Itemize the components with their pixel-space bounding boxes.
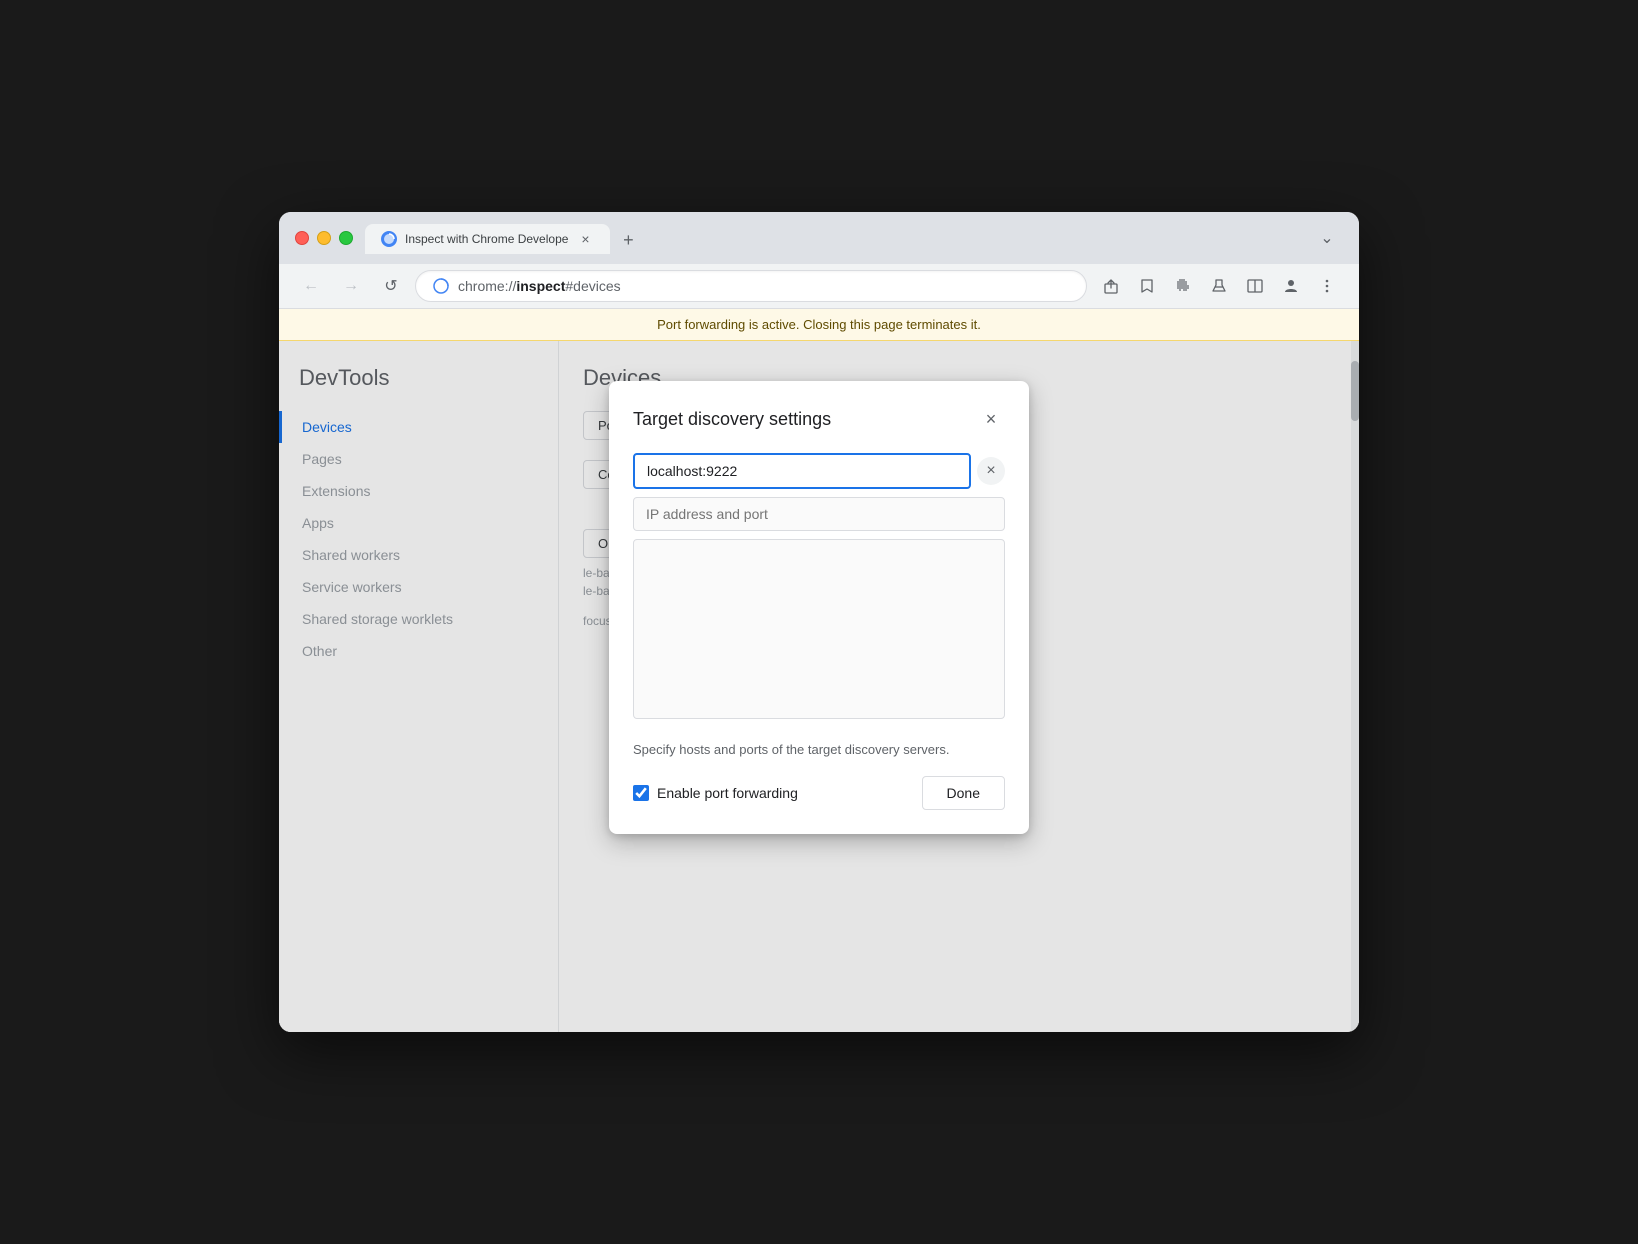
description-text: Specify hosts and ports of the target di… [633,740,1005,760]
nav-bar: ← → ↺ chrome://inspect#devices [279,264,1359,309]
minimize-window-button[interactable] [317,231,331,245]
enable-port-forwarding-label[interactable]: Enable port forwarding [633,785,798,801]
back-button[interactable]: ← [295,270,327,302]
ip-address-input[interactable] [633,497,1005,531]
site-favicon [432,277,450,295]
modal-title: Target discovery settings [633,409,831,430]
modal-close-button[interactable]: × [977,405,1005,433]
tab-end: ⌄ [1311,222,1343,254]
split-screen-button[interactable] [1239,270,1271,302]
page-content: DevTools Devices Pages Extensions Apps S… [279,341,1359,1032]
extensions-button[interactable] [1167,270,1199,302]
modal-overlay: Target discovery settings × × Specify ho… [279,341,1359,1032]
tab-bar: Inspect with Chrome Develope × + ⌄ [365,222,1343,254]
tab-title: Inspect with Chrome Develope [405,232,568,246]
done-button[interactable]: Done [922,776,1005,810]
notification-text: Port forwarding is active. Closing this … [657,317,981,332]
maximize-window-button[interactable] [339,231,353,245]
bookmark-button[interactable] [1131,270,1163,302]
modal-footer: Enable port forwarding Done [633,776,1005,810]
chrome-menu-button[interactable] [1311,270,1343,302]
enable-port-forwarding-checkbox[interactable] [633,785,649,801]
toolbar-icons [1095,270,1343,302]
notification-bar: Port forwarding is active. Closing this … [279,309,1359,341]
forward-button[interactable]: → [335,270,367,302]
host-input-field[interactable] [633,453,971,489]
tab-strip-menu-button[interactable]: ⌄ [1311,222,1343,254]
close-window-button[interactable] [295,231,309,245]
devtools-experiment-button[interactable] [1203,270,1235,302]
share-button[interactable] [1095,270,1127,302]
modal-header: Target discovery settings × [633,405,1005,433]
browser-window: Inspect with Chrome Develope × + ⌄ ← → ↺… [279,212,1359,1032]
address-bar[interactable]: chrome://inspect#devices [415,270,1087,302]
target-discovery-modal: Target discovery settings × × Specify ho… [609,381,1029,834]
host-input-row: × [633,453,1005,489]
hosts-textarea[interactable] [633,539,1005,719]
tab-favicon [381,231,397,247]
traffic-lights [295,231,353,245]
url-scheme: chrome:// [458,278,516,294]
clear-host-button[interactable]: × [977,457,1005,485]
profile-button[interactable] [1275,270,1307,302]
close-tab-button[interactable]: × [576,230,594,248]
reload-button[interactable]: ↺ [375,270,407,302]
title-bar: Inspect with Chrome Develope × + ⌄ [279,212,1359,264]
url-hash: #devices [565,278,620,294]
url-display: chrome://inspect#devices [458,278,1070,294]
url-path: inspect [516,278,565,294]
active-tab[interactable]: Inspect with Chrome Develope × [365,224,610,254]
enable-port-forwarding-text: Enable port forwarding [657,785,798,801]
new-tab-button[interactable]: + [614,226,642,254]
